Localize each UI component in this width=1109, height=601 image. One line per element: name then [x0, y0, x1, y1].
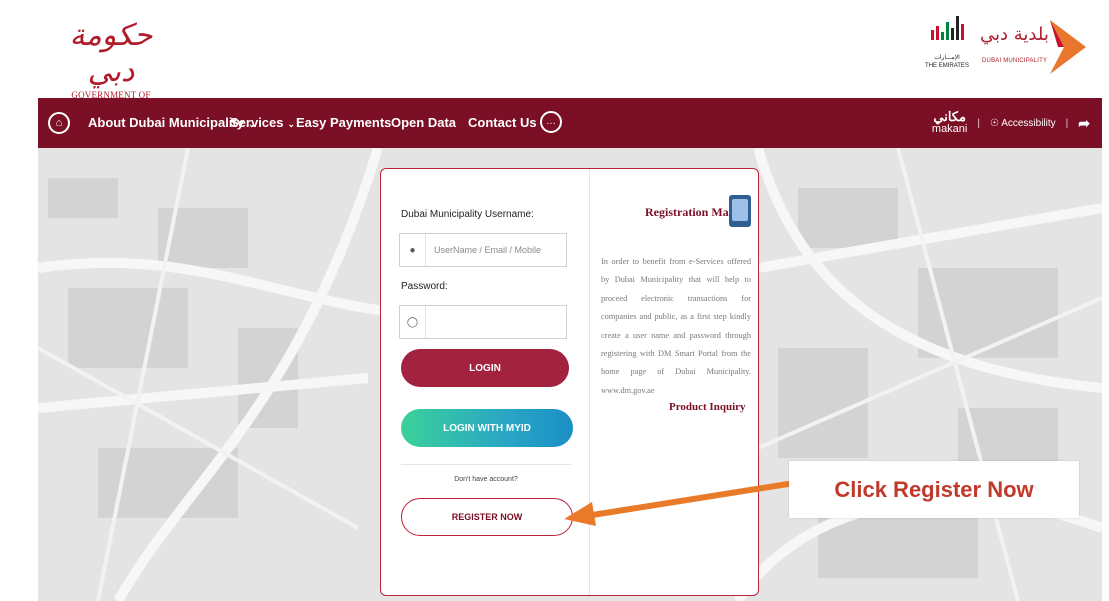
makani-arabic: مكاني [933, 109, 966, 124]
dm-logo-text: DUBAI MUNICIPALITY [982, 58, 1048, 64]
manual-document-icon[interactable] [729, 195, 751, 227]
uae-logo-caption-en: THE EMIRATES [925, 63, 969, 69]
nav-item-open-data[interactable]: Open Data [391, 98, 456, 148]
chevron-down-icon: ⌄ [287, 119, 296, 129]
dm-logo-arabic: بلدية دبي [980, 24, 1049, 45]
main-navbar: ⌂ About Dubai Municipality ⌄ Services ⌄ Ea… [38, 98, 1102, 148]
logout-icon[interactable]: ➦ [1078, 115, 1090, 132]
user-icon: ● [400, 234, 426, 266]
nav-item-easy-payments[interactable]: Easy Payments [296, 98, 391, 148]
divider: | [1065, 117, 1069, 129]
nav-item-label: Contact Us [468, 115, 537, 130]
no-account-text: Don't have account? [454, 476, 518, 483]
click-register-now-callout: Click Register Now [789, 461, 1079, 518]
nav-item-label: Easy Payments [296, 115, 392, 130]
login-card: Dubai Municipality Username: ● UserName … [380, 168, 759, 596]
accessibility-label: Accessibility [1001, 117, 1056, 129]
password-field[interactable]: ◯ [399, 305, 567, 339]
nav-item-services[interactable]: Services ⌄ [230, 98, 295, 148]
lock-icon: ◯ [400, 306, 426, 338]
top-header: حكومة دبي GOVERNMENT OF DUBAI الإمـــارا… [0, 0, 1109, 110]
nav-item-label: About Dubai Municipality [88, 115, 244, 130]
divider [401, 464, 571, 465]
nav-utilities: مكاني makani | ☉ Accessibility | ➦ [932, 98, 1090, 148]
login-with-myid-button[interactable]: LOGIN WITH MYID [401, 409, 573, 447]
annotation-arrow-icon [564, 481, 791, 526]
dm-chevron-logo-icon [1050, 20, 1086, 74]
password-label: Password: [401, 281, 448, 292]
more-icon[interactable]: … [540, 111, 562, 133]
gov-logo-arabic: حكومة دبي [69, 18, 153, 89]
username-label: Dubai Municipality Username: [401, 209, 534, 220]
username-field[interactable]: ● UserName / Email / Mobile [399, 233, 567, 267]
accessibility-link[interactable]: ☉ Accessibility [990, 118, 1056, 129]
accessibility-icon: ☉ [989, 117, 999, 129]
product-inquiry-link[interactable]: Product Inquiry [669, 401, 746, 413]
makani-link[interactable]: مكاني makani [931, 109, 968, 135]
nav-item-label: Open Data [391, 115, 457, 130]
emirates-bars-icon [931, 16, 964, 40]
divider: | [977, 117, 980, 129]
registration-manual-text: In order to benefit from e-Services offe… [601, 257, 751, 395]
uae-logo-caption-ar: الإمـــارات [934, 55, 960, 61]
dubai-municipality-logo[interactable]: بلدية دبي DUBAI MUNICIPALITY [976, 18, 1086, 78]
government-of-dubai-logo[interactable]: حكومة دبي GOVERNMENT OF DUBAI [56, 18, 166, 110]
makani-label: makani [931, 123, 968, 135]
card-divider [589, 169, 590, 595]
username-placeholder: UserName / Email / Mobile [434, 245, 542, 255]
the-emirates-logo: الإمـــارات THE EMIRATES [925, 14, 969, 78]
login-button[interactable]: LOGIN [401, 349, 569, 387]
nav-item-label: Services [230, 115, 284, 130]
nav-item-contact-us[interactable]: Contact Us [468, 98, 537, 148]
register-now-button[interactable]: REGISTER NOW [401, 498, 573, 536]
home-icon[interactable]: ⌂ [48, 112, 70, 134]
